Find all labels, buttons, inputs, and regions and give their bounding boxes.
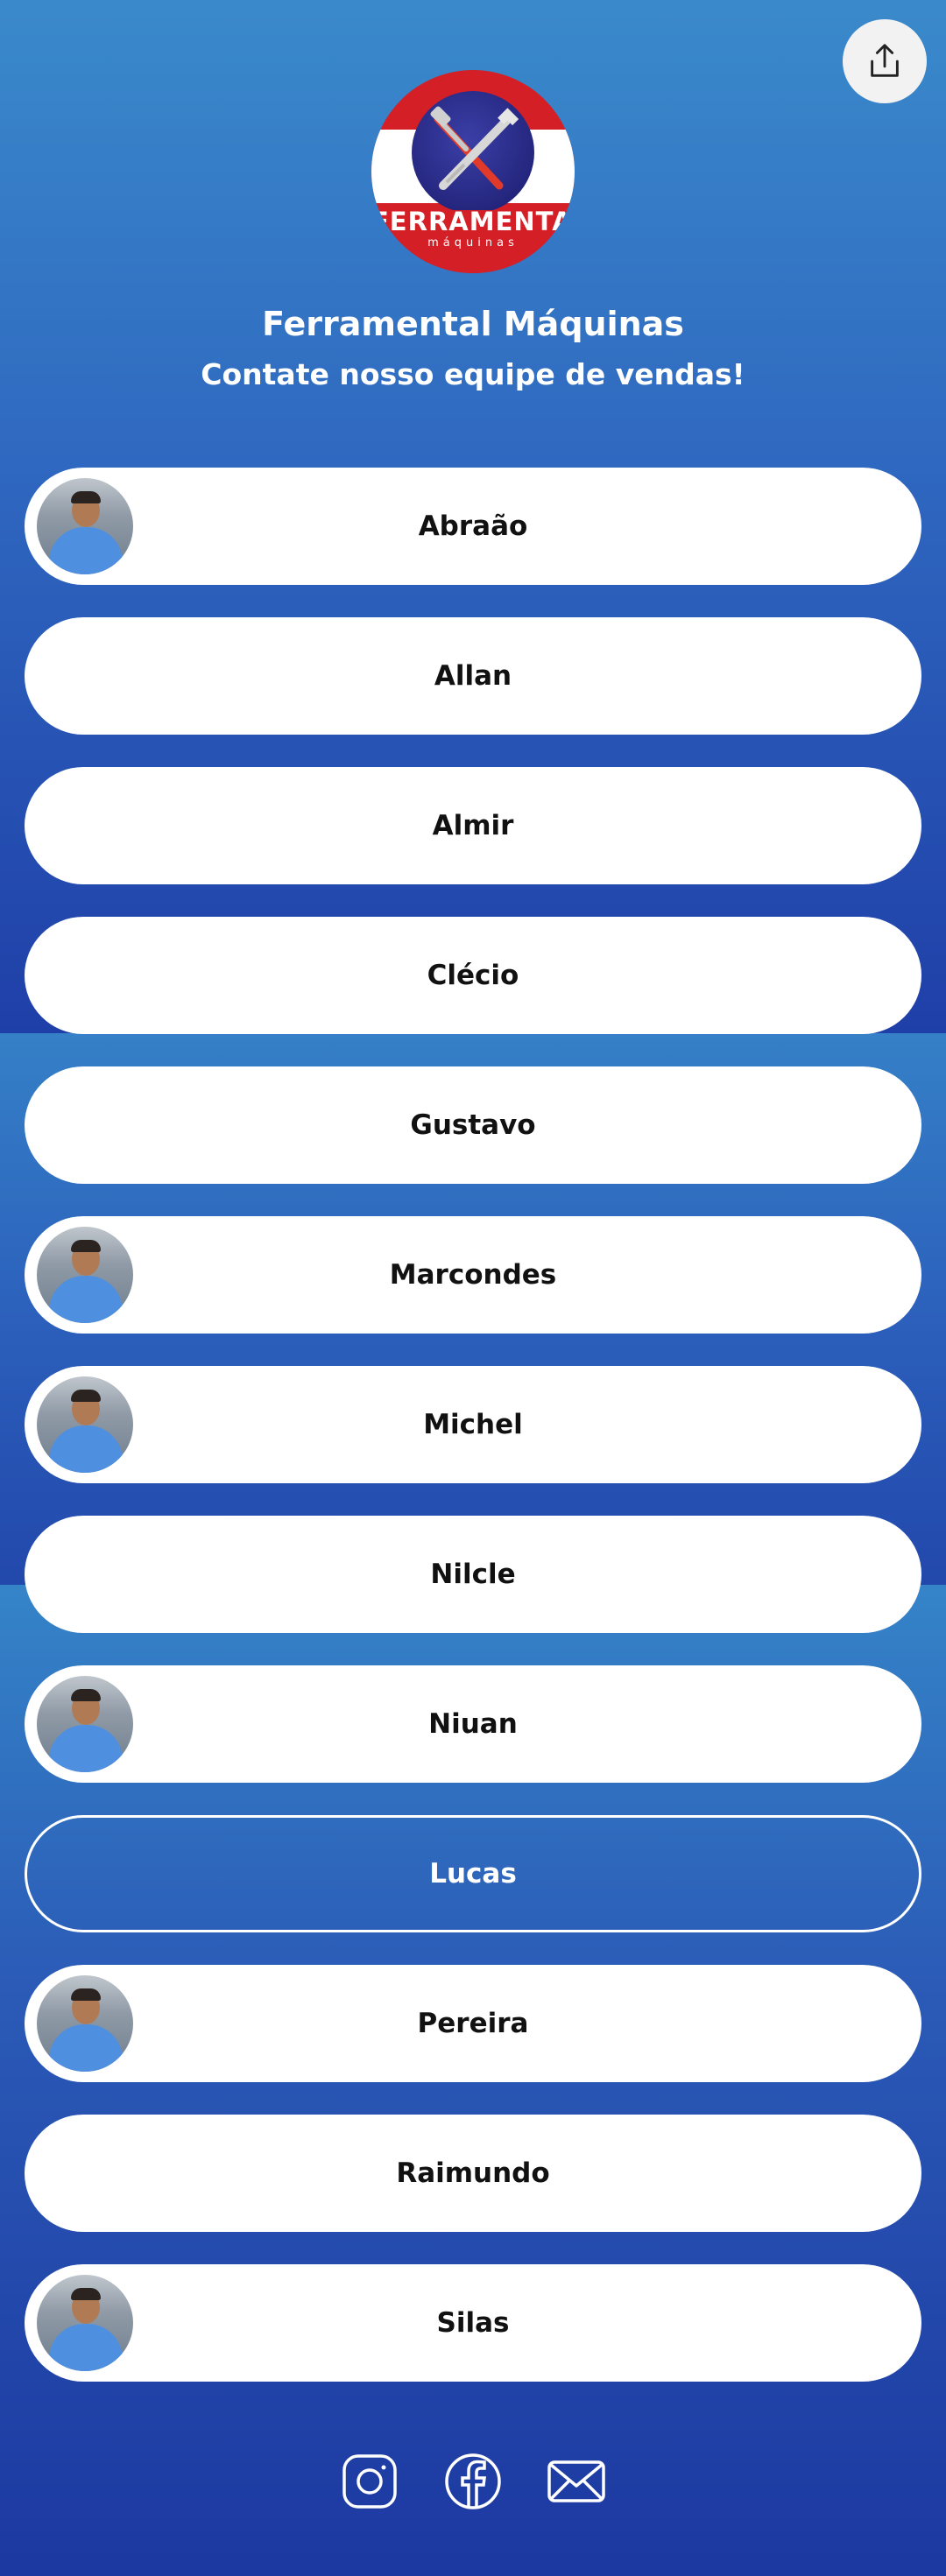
- contact-button[interactable]: Almir: [25, 767, 921, 884]
- contact-button[interactable]: Clécio: [25, 917, 921, 1034]
- contact-label: Abraão: [418, 510, 528, 542]
- avatar-hair: [71, 1240, 101, 1252]
- contact-label: Michel: [423, 1409, 523, 1440]
- social-links: [0, 2452, 946, 2511]
- avatar-hair: [71, 1689, 101, 1701]
- avatar: [37, 1376, 133, 1473]
- avatar-hair: [71, 1988, 101, 2001]
- contact-label: Gustavo: [410, 1109, 536, 1141]
- page-title: Ferramental Máquinas: [262, 305, 684, 343]
- contact-label: Marcondes: [389, 1259, 557, 1291]
- contact-button[interactable]: Pereira: [25, 1965, 921, 2082]
- contact-button[interactable]: Marcondes: [25, 1216, 921, 1334]
- instagram-icon[interactable]: [340, 2452, 399, 2511]
- contact-button[interactable]: Silas: [25, 2264, 921, 2382]
- mail-icon[interactable]: [547, 2452, 606, 2511]
- contact-label: Nilcle: [430, 1559, 516, 1590]
- contact-button[interactable]: Allan: [25, 617, 921, 735]
- contact-button[interactable]: Michel: [25, 1366, 921, 1483]
- avatar: [37, 2275, 133, 2371]
- avatar: [37, 1975, 133, 2072]
- contact-button[interactable]: Raimundo: [25, 2115, 921, 2232]
- facebook-icon[interactable]: [443, 2452, 503, 2511]
- contact-label: Pereira: [417, 2008, 529, 2039]
- logo-sub-text: máquinas: [427, 236, 519, 250]
- avatar: [37, 478, 133, 574]
- share-icon: [871, 44, 899, 77]
- crossed-tools-icon: [430, 106, 519, 190]
- avatar-hair: [71, 491, 101, 503]
- contact-label: Clécio: [427, 960, 519, 991]
- contact-button[interactable]: Gustavo: [25, 1066, 921, 1184]
- contact-label: Allan: [434, 660, 512, 692]
- contact-label: Raimundo: [396, 2157, 550, 2189]
- avatar: [37, 1227, 133, 1323]
- share-button[interactable]: [843, 19, 927, 103]
- avatar-hair: [71, 1390, 101, 1402]
- contact-button[interactable]: Nilcle: [25, 1516, 921, 1633]
- contact-label: Niuan: [428, 1708, 518, 1740]
- avatar-hair: [71, 2288, 101, 2300]
- contact-button[interactable]: Abraão: [25, 468, 921, 585]
- contact-label: Almir: [432, 810, 514, 841]
- logo-brand-text: FERRAMENTAL: [371, 207, 575, 236]
- brand-logo: FERRAMENTAL máquinas: [371, 70, 575, 273]
- avatar: [37, 1676, 133, 1772]
- contact-label: Silas: [436, 2307, 510, 2339]
- contact-label: Lucas: [429, 1858, 517, 1890]
- contact-button[interactable]: Lucas: [25, 1815, 921, 1932]
- page-subtitle: Contate nosso equipe de vendas!: [201, 357, 745, 391]
- contact-button[interactable]: Niuan: [25, 1665, 921, 1783]
